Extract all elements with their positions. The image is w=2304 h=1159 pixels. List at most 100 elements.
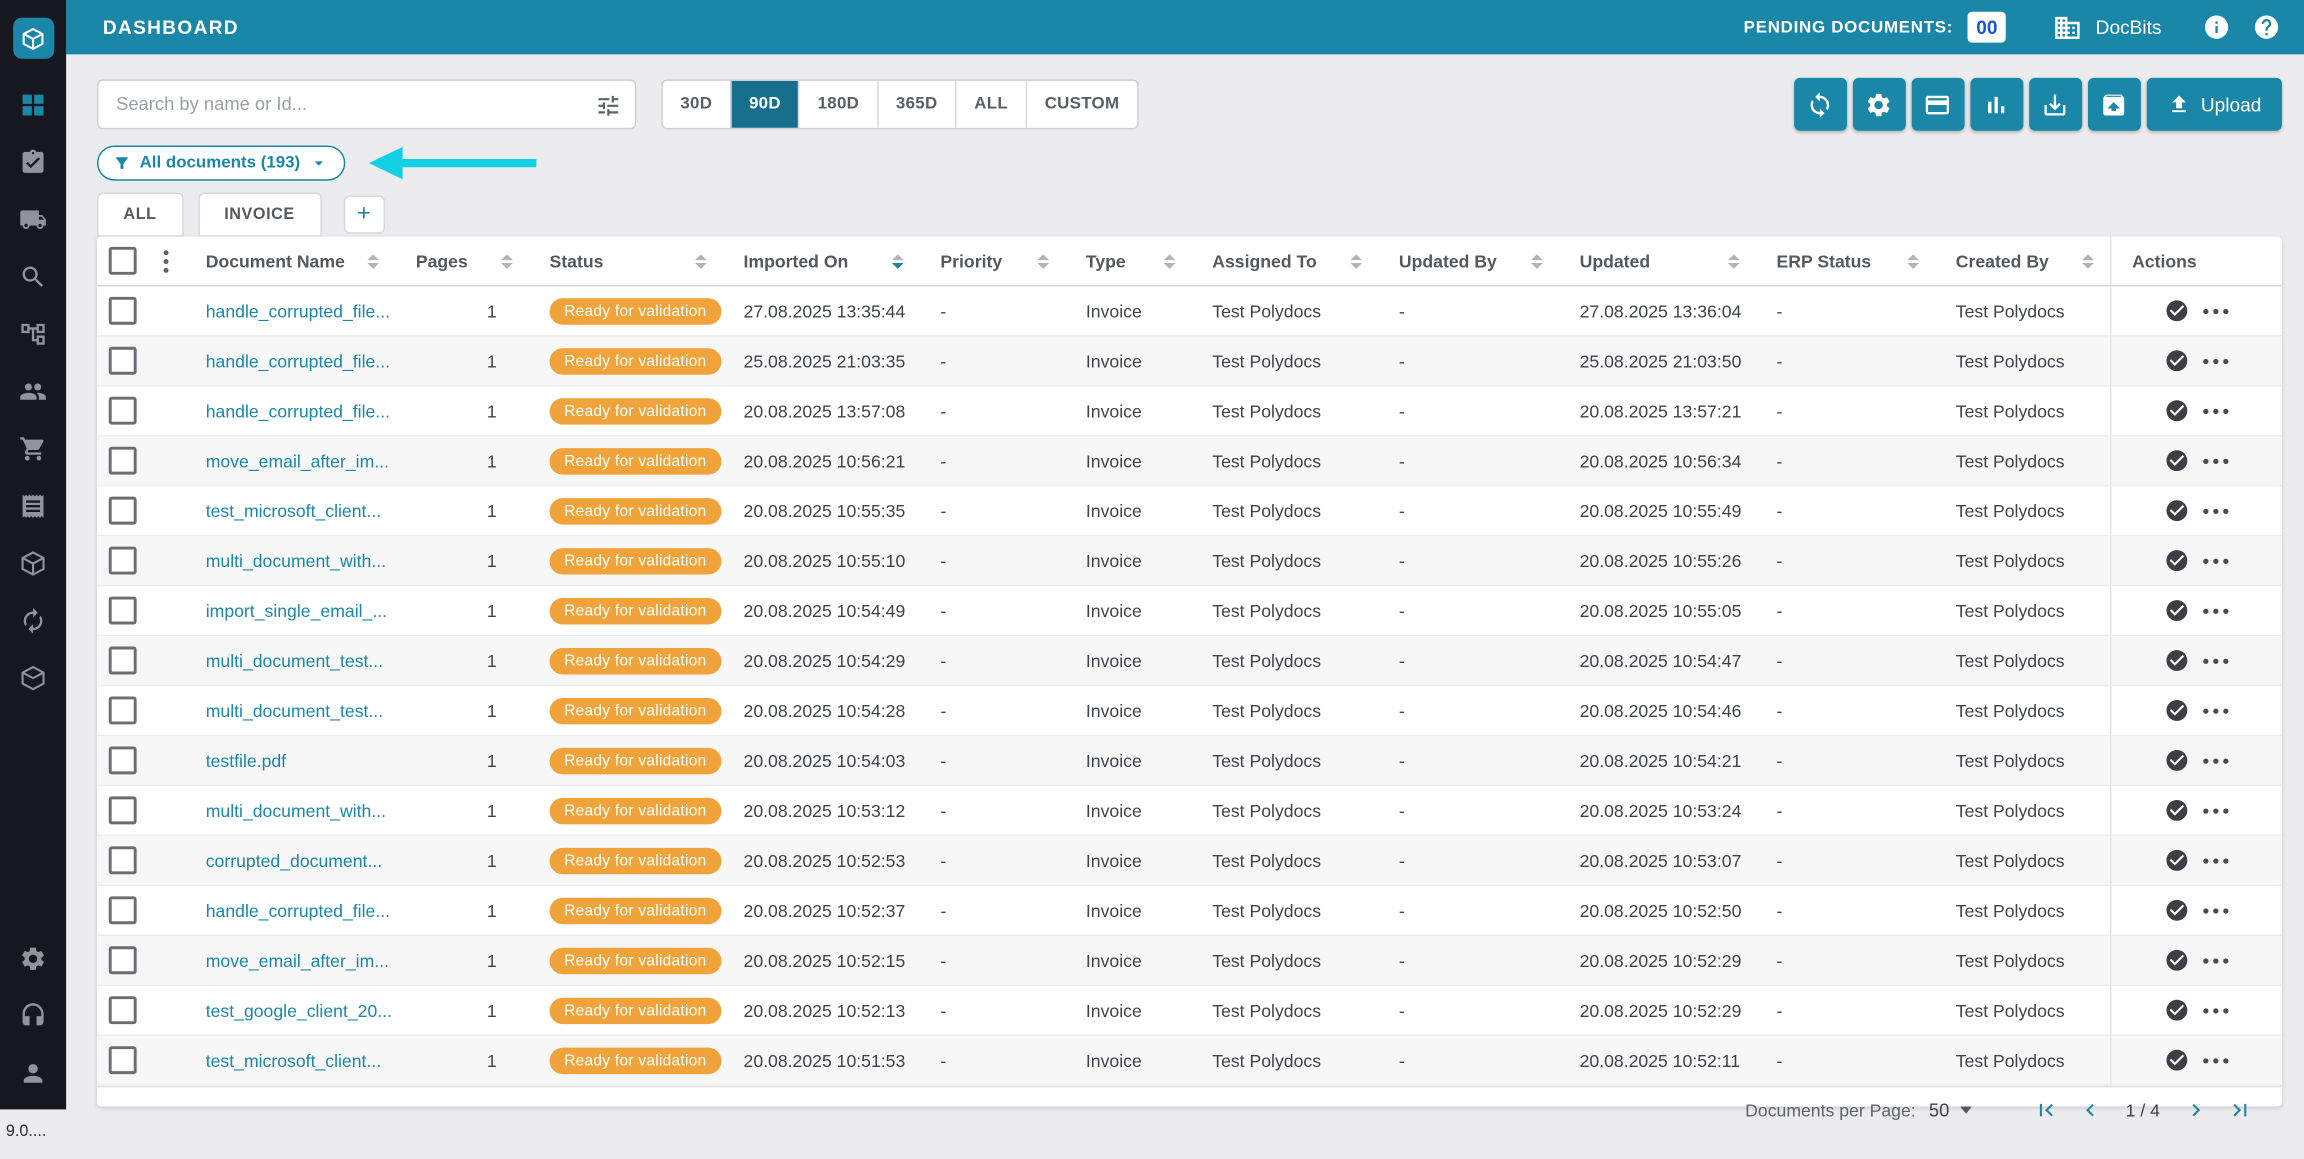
row-more-button[interactable] bbox=[2203, 807, 2229, 814]
range-button-custom[interactable]: CUSTOM bbox=[1025, 80, 1137, 128]
column-header-created-by[interactable]: Created By bbox=[1935, 237, 2110, 285]
validate-icon[interactable] bbox=[2164, 498, 2189, 523]
row-more-button[interactable] bbox=[2203, 757, 2229, 764]
document-link[interactable]: move_email_after_im... bbox=[206, 950, 389, 971]
workflow-icon[interactable] bbox=[17, 317, 49, 349]
settings-button[interactable] bbox=[1852, 77, 1906, 131]
validate-icon[interactable] bbox=[2164, 298, 2189, 323]
last-page-button[interactable] bbox=[2228, 1098, 2253, 1123]
row-more-button[interactable] bbox=[2203, 607, 2229, 614]
column-header-imported-on[interactable]: Imported On bbox=[723, 237, 920, 285]
row-checkbox[interactable] bbox=[108, 1046, 136, 1075]
document-link[interactable]: import_single_email_... bbox=[206, 600, 387, 621]
row-checkbox[interactable] bbox=[108, 546, 136, 575]
validate-icon[interactable] bbox=[2164, 598, 2189, 623]
sort-icon[interactable] bbox=[1163, 253, 1176, 269]
kebab-icon[interactable] bbox=[147, 237, 185, 285]
row-checkbox[interactable] bbox=[108, 596, 136, 625]
row-more-button[interactable] bbox=[2203, 557, 2229, 564]
column-header-priority[interactable]: Priority bbox=[920, 237, 1065, 285]
validate-icon[interactable] bbox=[2164, 398, 2189, 423]
row-more-button[interactable] bbox=[2203, 907, 2229, 913]
column-header-status[interactable]: Status bbox=[529, 237, 723, 285]
document-link[interactable]: handle_corrupted_file... bbox=[206, 350, 390, 371]
first-page-button[interactable] bbox=[2033, 1098, 2058, 1123]
clipboard-check-icon[interactable] bbox=[17, 145, 49, 177]
validate-icon[interactable] bbox=[2164, 648, 2189, 673]
gear-icon[interactable] bbox=[17, 942, 49, 974]
sort-icon[interactable] bbox=[1037, 253, 1050, 269]
row-more-button[interactable] bbox=[2203, 1007, 2229, 1013]
cart-icon[interactable] bbox=[17, 432, 49, 464]
validate-icon[interactable] bbox=[2164, 1048, 2189, 1073]
validate-icon[interactable] bbox=[2164, 748, 2189, 773]
column-header-updated[interactable]: Updated bbox=[1559, 237, 1756, 285]
search-icon[interactable] bbox=[17, 260, 49, 292]
row-more-button[interactable] bbox=[2203, 408, 2229, 414]
document-link[interactable]: multi_document_with... bbox=[206, 550, 386, 571]
row-checkbox[interactable] bbox=[108, 946, 136, 975]
validate-icon[interactable] bbox=[2164, 548, 2189, 573]
row-more-button[interactable] bbox=[2203, 308, 2229, 314]
row-more-button[interactable] bbox=[2203, 657, 2229, 664]
document-link[interactable]: corrupted_document... bbox=[206, 850, 382, 871]
search-input[interactable] bbox=[98, 80, 594, 128]
document-link[interactable]: testfile.pdf bbox=[206, 750, 286, 771]
sort-icon[interactable] bbox=[501, 253, 513, 269]
app-logo[interactable] bbox=[12, 17, 54, 59]
info-icon[interactable] bbox=[2203, 13, 2231, 41]
row-more-button[interactable] bbox=[2203, 1057, 2229, 1063]
document-link[interactable]: handle_corrupted_file... bbox=[206, 400, 390, 421]
row-more-button[interactable] bbox=[2203, 857, 2229, 863]
column-header-type[interactable]: Type bbox=[1065, 237, 1191, 285]
row-checkbox[interactable] bbox=[108, 396, 136, 425]
row-checkbox[interactable] bbox=[108, 896, 136, 925]
column-header-erp-status[interactable]: ERP Status bbox=[1756, 237, 1935, 285]
validate-icon[interactable] bbox=[2164, 798, 2189, 823]
row-checkbox[interactable] bbox=[108, 996, 136, 1025]
autorenew-icon[interactable] bbox=[17, 604, 49, 636]
row-checkbox[interactable] bbox=[108, 296, 136, 325]
document-link[interactable]: test_microsoft_client... bbox=[206, 1050, 381, 1071]
document-link[interactable]: test_microsoft_client... bbox=[206, 500, 381, 521]
validate-icon[interactable] bbox=[2164, 848, 2189, 873]
range-button-180d[interactable]: 180D bbox=[798, 80, 876, 128]
row-checkbox[interactable] bbox=[108, 446, 136, 475]
validate-icon[interactable] bbox=[2164, 698, 2189, 723]
box-icon[interactable] bbox=[17, 661, 49, 693]
document-link[interactable]: multi_document_with... bbox=[206, 800, 386, 821]
filter-sliders-icon[interactable] bbox=[595, 93, 621, 127]
help-icon[interactable] bbox=[2253, 13, 2281, 41]
tab-invoice[interactable]: INVOICE bbox=[197, 192, 322, 237]
sort-icon[interactable] bbox=[2082, 253, 2094, 269]
next-page-button[interactable] bbox=[2184, 1098, 2209, 1123]
row-more-button[interactable] bbox=[2203, 507, 2229, 514]
validate-icon[interactable] bbox=[2164, 948, 2189, 973]
validate-icon[interactable] bbox=[2164, 348, 2189, 373]
sort-icon[interactable] bbox=[1907, 253, 1920, 269]
sort-icon[interactable] bbox=[1350, 253, 1363, 269]
range-button-all[interactable]: ALL bbox=[955, 80, 1025, 128]
document-link[interactable]: handle_corrupted_file... bbox=[206, 900, 390, 921]
row-checkbox[interactable] bbox=[108, 346, 136, 375]
validate-icon[interactable] bbox=[2164, 448, 2189, 473]
add-tab-button[interactable]: + bbox=[343, 195, 385, 234]
document-link[interactable]: multi_document_test... bbox=[206, 700, 383, 721]
select-all-checkbox[interactable] bbox=[108, 246, 136, 275]
column-header-pages[interactable]: Pages bbox=[395, 237, 529, 285]
document-link[interactable]: move_email_after_im... bbox=[206, 450, 389, 471]
row-checkbox[interactable] bbox=[108, 796, 136, 825]
row-checkbox[interactable] bbox=[108, 496, 136, 525]
truck-icon[interactable] bbox=[17, 203, 49, 235]
user-icon[interactable] bbox=[17, 1056, 49, 1088]
column-header-updated-by[interactable]: Updated By bbox=[1378, 237, 1559, 285]
tab-all[interactable]: ALL bbox=[96, 192, 184, 237]
range-button-30d[interactable]: 30D bbox=[663, 81, 730, 128]
document-link[interactable]: multi_document_test... bbox=[206, 650, 383, 671]
receipt-icon[interactable] bbox=[17, 489, 49, 521]
headset-icon[interactable] bbox=[17, 999, 49, 1031]
range-button-90d[interactable]: 90D bbox=[729, 80, 799, 128]
document-link[interactable]: test_google_client_20... bbox=[206, 1000, 392, 1021]
sort-icon[interactable] bbox=[367, 253, 380, 269]
row-more-button[interactable] bbox=[2203, 957, 2229, 963]
